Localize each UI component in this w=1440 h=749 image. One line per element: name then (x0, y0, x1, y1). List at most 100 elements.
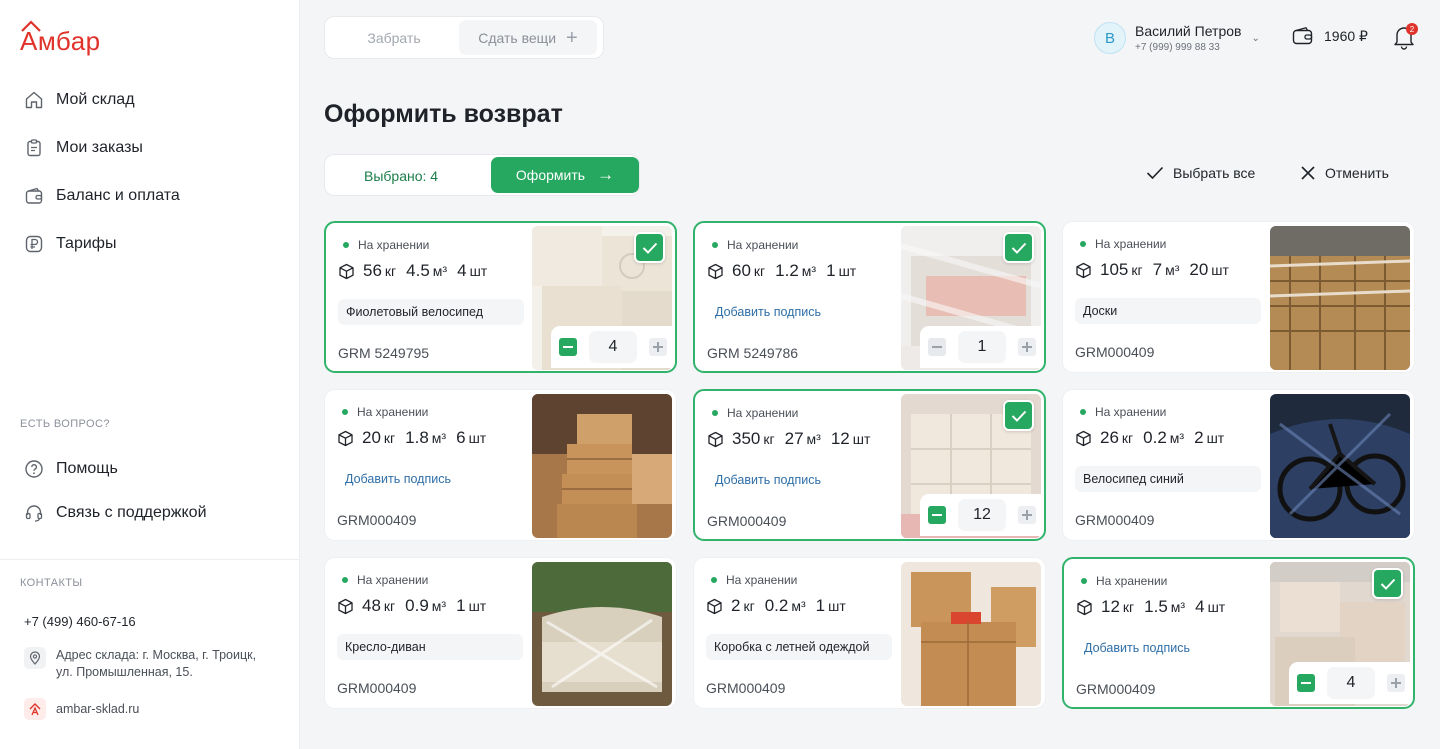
increase-button[interactable] (649, 338, 667, 356)
item-code: GRM000409 (706, 680, 786, 696)
unit-pcs: шт (838, 263, 857, 279)
item-metrics: 26 кг 0.2 м³ 2 шт (1075, 428, 1234, 448)
quantity-value[interactable]: 12 (958, 499, 1006, 531)
item-label: Кресло-диван (337, 634, 523, 660)
item-label: Велосипед синий (1075, 466, 1261, 492)
selected-checkbox[interactable] (634, 232, 665, 263)
notifications-button[interactable]: 2 (1392, 23, 1418, 50)
submit-return-button[interactable]: Оформить → (491, 157, 639, 193)
quantity-value[interactable]: 4 (589, 331, 637, 363)
balance-widget[interactable]: 1960 ₽ (1292, 26, 1368, 46)
item-status: На хранении (342, 405, 428, 419)
item-status-text: На хранении (726, 573, 798, 587)
item-code: GRM000409 (707, 513, 787, 529)
contact-site[interactable]: ambar-sklad.ru (24, 698, 139, 720)
item-count: 1 (456, 596, 466, 615)
add-label-link[interactable]: Добавить подпись (707, 299, 893, 325)
add-label-link[interactable]: Добавить подпись (337, 466, 523, 492)
decrease-button[interactable] (559, 338, 577, 356)
quantity-stepper: 12 (920, 494, 1041, 536)
quantity-value[interactable]: 1 (958, 331, 1006, 363)
item-metrics: 48 кг 0.9 м³ 1 шт (337, 596, 496, 616)
selected-checkbox[interactable] (1372, 568, 1403, 599)
sidebar-divider (0, 559, 300, 560)
item-status-text: На хранении (1095, 405, 1167, 419)
item-metrics: 56 кг 4.5 м³ 4 шт (338, 261, 497, 281)
item-card-5[interactable]: На хранении 350 кг 27 м³ 12 шт Добавить под… (693, 389, 1046, 541)
nav-item-support[interactable]: Связь с поддержкой (24, 499, 207, 527)
unit-kg: кг (743, 598, 755, 614)
item-card-2[interactable]: На хранении 60 кг 1.2 м³ 1 шт Добавить подп… (693, 221, 1046, 373)
question-icon (25, 460, 43, 478)
quantity-stepper: 4 (1289, 662, 1410, 704)
item-status: На хранении (1080, 405, 1166, 419)
status-dot (711, 577, 717, 583)
item-card-4[interactable]: На хранении 20 кг 1.8 м³ 6 шт Добавить подп… (324, 389, 677, 541)
page-title: Оформить возврат (324, 100, 563, 128)
item-card-6[interactable]: На хранении 26 кг 0.2 м³ 2 шт Велосипед син… (1062, 389, 1415, 541)
unit-pcs: шт (1206, 430, 1225, 446)
item-card-9[interactable]: На хранении 12 кг 1.5 м³ 4 шт Добавить подп… (1062, 557, 1415, 709)
user-name: Василий Петров (1135, 23, 1242, 39)
status-dot (1081, 578, 1087, 584)
status-dot (343, 242, 349, 248)
nav-item-label: Баланс и оплата (56, 187, 180, 204)
item-count: 4 (1195, 597, 1205, 616)
give-items-tab[interactable]: Сдать вещи + (459, 20, 597, 55)
item-count: 1 (815, 596, 826, 615)
unit-m3: м³ (806, 431, 821, 447)
item-photo-wrapped-sofa (532, 562, 672, 706)
item-card-8[interactable]: На хранении 2 кг 0.2 м³ 1 шт Коробка с летн… (693, 557, 1046, 709)
nav-item-balance[interactable]: Баланс и оплата (24, 182, 180, 210)
take-items-tab[interactable]: Забрать (329, 20, 459, 55)
contact-phone[interactable]: +7 (499) 460-67-16 (24, 614, 136, 629)
select-all-button[interactable]: Выбрать все (1146, 165, 1255, 181)
close-icon (1301, 166, 1315, 180)
nav-item-my-storage[interactable]: Мой склад (24, 86, 135, 114)
increase-button[interactable] (1387, 674, 1405, 692)
nav-item-my-orders[interactable]: Мои заказы (24, 134, 143, 162)
user-menu[interactable]: В Василий Петров +7 (999) 999 88 33 ⌄ (1094, 22, 1260, 54)
selected-checkbox[interactable] (1003, 232, 1034, 263)
mode-switcher: Забрать Сдать вещи + (324, 16, 604, 59)
balance-amount: 1960 ₽ (1324, 27, 1368, 44)
box-icon (338, 598, 353, 614)
item-card-1[interactable]: На хранении 56 кг 4.5 м³ 4 шт Фиолетовый ве… (324, 221, 677, 373)
nav-item-tariffs[interactable]: Тарифы (24, 230, 116, 258)
item-volume: 4.5 (406, 261, 430, 280)
item-metrics: 12 кг 1.5 м³ 4 шт (1076, 597, 1235, 617)
add-label-link[interactable]: Добавить подпись (707, 467, 893, 493)
decrease-button[interactable] (928, 338, 946, 356)
increase-button[interactable] (1018, 506, 1036, 524)
increase-button[interactable] (1018, 338, 1036, 356)
item-status: На хранении (343, 238, 429, 252)
item-status-text: На хранении (358, 238, 430, 252)
chevron-down-icon: ⌄ (1251, 32, 1260, 44)
item-photo-cardboard-boxes (901, 562, 1041, 706)
contact-site-link[interactable]: ambar-sklad.ru (56, 701, 139, 718)
status-dot (1080, 409, 1086, 415)
decrease-button[interactable] (1297, 674, 1315, 692)
unit-kg: кг (763, 431, 775, 447)
unit-pcs: шт (1211, 262, 1229, 278)
minus-icon (563, 346, 573, 348)
item-card-7[interactable]: На хранении 48 кг 0.9 м³ 1 шт Кресло-диван … (324, 557, 677, 709)
item-count: 6 (456, 428, 466, 447)
unit-m3: м³ (431, 598, 447, 614)
selected-checkbox[interactable] (1003, 400, 1034, 431)
quantity-value[interactable]: 4 (1327, 667, 1375, 699)
status-dot (1080, 241, 1086, 247)
nav-item-help[interactable]: Помощь (24, 455, 118, 483)
add-label-link[interactable]: Добавить подпись (1076, 635, 1262, 661)
item-metrics: 2 кг 0.2 м³ 1 шт (706, 596, 856, 616)
item-code: GRM000409 (337, 680, 417, 696)
decrease-button[interactable] (928, 506, 946, 524)
item-card-3[interactable]: На хранении 105 кг 7 м³ 20 шт Доски GRM0004… (1062, 221, 1415, 373)
item-volume: 0.2 (1143, 428, 1167, 447)
user-phone: +7 (999) 999 88 33 (1135, 42, 1220, 53)
submit-label: Оформить (515, 167, 586, 183)
minus-icon (1301, 682, 1311, 684)
checkmark-icon (642, 242, 657, 254)
cancel-button[interactable]: Отменить (1300, 165, 1389, 181)
item-weight: 60 (732, 261, 751, 280)
